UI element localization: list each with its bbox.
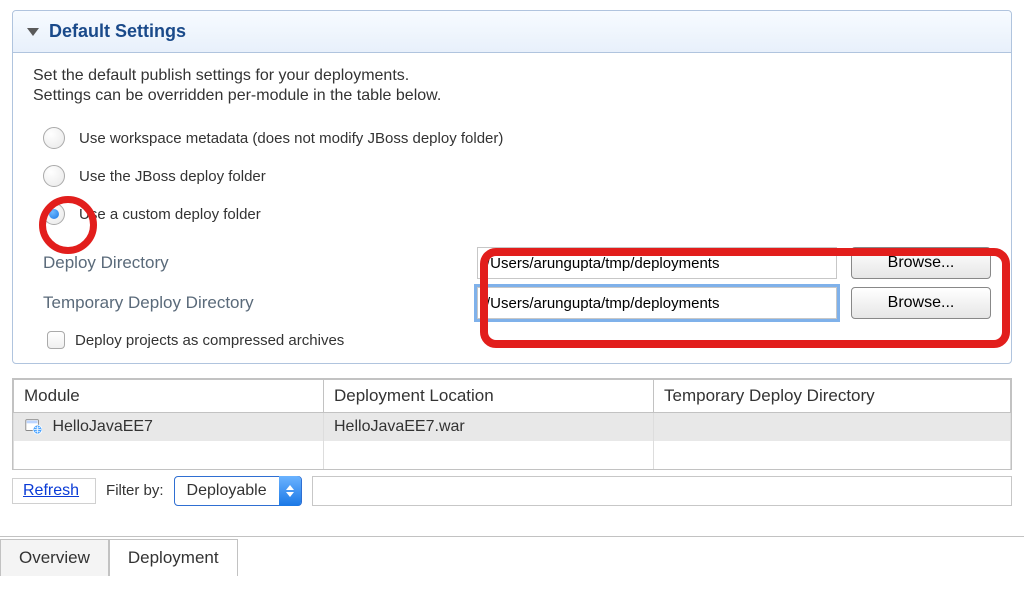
panel-header[interactable]: Default Settings xyxy=(13,11,1011,53)
tab-overview[interactable]: Overview xyxy=(0,539,109,576)
temporary-deploy-directory-input[interactable] xyxy=(477,287,837,319)
table-header-temporary-deploy-directory[interactable]: Temporary Deploy Directory xyxy=(654,380,1011,413)
default-settings-panel: Default Settings Set the default publish… xyxy=(12,10,1012,364)
panel-description-1: Set the default publish settings for you… xyxy=(33,67,991,85)
radio-custom-deploy-folder[interactable]: Use a custom deploy folder xyxy=(43,195,991,233)
filter-select[interactable]: Deployable xyxy=(174,476,302,506)
checkbox-label: Deploy projects as compressed archives xyxy=(75,332,344,349)
filter-by-label: Filter by: xyxy=(106,482,164,499)
select-arrows-icon xyxy=(279,476,301,506)
radio-icon xyxy=(43,127,65,149)
radio-label: Use workspace metadata (does not modify … xyxy=(79,130,503,147)
radio-icon xyxy=(43,203,65,225)
radio-label: Use a custom deploy folder xyxy=(79,206,261,223)
checkbox-icon xyxy=(47,331,65,349)
filter-text-input[interactable] xyxy=(312,476,1012,506)
table-cell-module: HelloJavaEE7 xyxy=(52,418,153,435)
table-cell-location: HelloJavaEE7.war xyxy=(324,413,654,441)
radio-label: Use the JBoss deploy folder xyxy=(79,168,266,185)
modules-table: Module Deployment Location Temporary Dep… xyxy=(12,378,1012,470)
panel-description-2: Settings can be overridden per-module in… xyxy=(33,87,991,105)
compressed-archives-checkbox[interactable]: Deploy projects as compressed archives xyxy=(47,331,991,349)
temporary-deploy-directory-label: Temporary Deploy Directory xyxy=(43,293,463,313)
table-cell-temp xyxy=(654,413,1011,441)
deploy-directory-label: Deploy Directory xyxy=(43,253,463,273)
filter-select-value: Deployable xyxy=(175,482,279,500)
radio-workspace-metadata[interactable]: Use workspace metadata (does not modify … xyxy=(43,119,991,157)
table-header-deployment-location[interactable]: Deployment Location xyxy=(324,380,654,413)
disclosure-triangle-icon xyxy=(27,28,39,36)
web-module-icon xyxy=(24,417,42,435)
filter-bar: Refresh Filter by: Deployable xyxy=(12,476,1012,506)
deploy-directory-input[interactable] xyxy=(477,247,837,279)
radio-icon xyxy=(43,165,65,187)
table-header-module[interactable]: Module xyxy=(14,380,324,413)
panel-title: Default Settings xyxy=(49,21,186,42)
tab-deployment[interactable]: Deployment xyxy=(109,539,238,576)
publish-mode-radio-group: Use workspace metadata (does not modify … xyxy=(43,119,991,233)
deploy-directory-browse-button[interactable]: Browse... xyxy=(851,247,991,279)
table-row[interactable]: HelloJavaEE7 HelloJavaEE7.war xyxy=(14,413,1011,441)
refresh-link[interactable]: Refresh xyxy=(12,478,96,504)
temporary-deploy-directory-browse-button[interactable]: Browse... xyxy=(851,287,991,319)
table-row xyxy=(14,441,1011,469)
radio-jboss-deploy-folder[interactable]: Use the JBoss deploy folder xyxy=(43,157,991,195)
bottom-tabs: Overview Deployment xyxy=(0,536,1024,576)
